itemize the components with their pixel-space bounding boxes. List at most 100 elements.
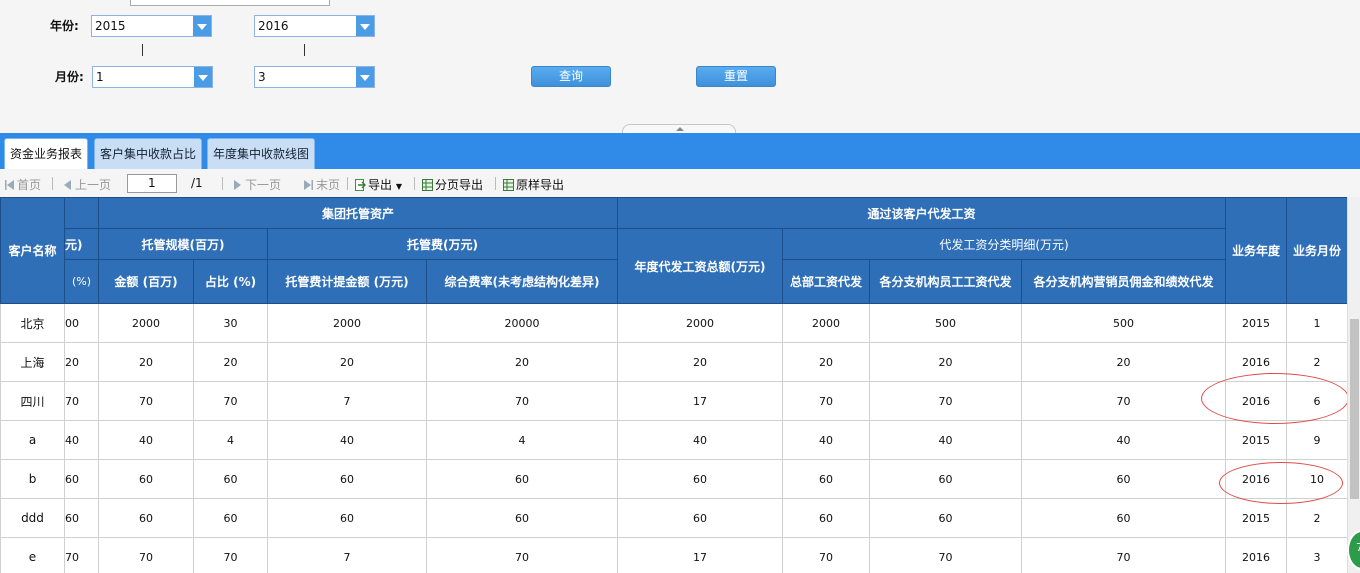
cell-rate: 70: [425, 537, 619, 573]
export-button[interactable]: 导出 ▼: [355, 176, 402, 193]
vertical-scrollbar[interactable]: [1347, 197, 1360, 573]
last-page-label: 末页: [316, 178, 341, 192]
cell-name: 四川: [0, 381, 65, 421]
table-row[interactable]: 四川 70 70 70 7 70 17 70 70 70 2016 6: [0, 381, 1347, 421]
page-export-button[interactable]: 分页导出: [422, 176, 483, 193]
cell-name: 上海: [0, 342, 65, 382]
month-to-select[interactable]: 3: [254, 66, 375, 88]
year-from-select[interactable]: 2015: [91, 15, 212, 37]
cell-amount: 60: [98, 459, 194, 499]
chevron-down-icon[interactable]: [356, 67, 374, 87]
last-page-icon: [304, 180, 313, 190]
cell-sales: 70: [1021, 537, 1227, 573]
original-export-button[interactable]: 原样导出: [503, 176, 564, 193]
cell-rate: 60: [425, 498, 619, 538]
header-custody-fee: 托管费(万元): [266, 228, 619, 260]
cell-ratio: 70: [193, 381, 268, 421]
cell-c0: 60: [64, 459, 99, 499]
cell-rate: 4: [425, 420, 619, 460]
cell-staff: 60: [869, 459, 1023, 499]
cell-c0: 00: [64, 303, 99, 343]
cell-ratio: 30: [193, 303, 268, 343]
header-ratio: 占比 (%): [193, 259, 268, 304]
export-label: 导出: [368, 178, 393, 192]
cell-ratio: 70: [193, 537, 268, 573]
cell-hq: 70: [782, 381, 871, 421]
cell-fee: 60: [267, 498, 427, 538]
reset-button[interactable]: 重置: [696, 66, 776, 87]
cell-amount: 2000: [98, 303, 194, 343]
cell-total: 40: [617, 420, 784, 460]
spreadsheet-icon: [503, 179, 514, 191]
table-row[interactable]: e 70 70 70 7 70 17 70 70 70 2016 3: [0, 537, 1347, 573]
cut-off-input[interactable]: [130, 0, 330, 6]
next-page-button[interactable]: 下一页: [232, 176, 281, 193]
cell-fee: 7: [267, 381, 427, 421]
cell-amount: 40: [98, 420, 194, 460]
table-row[interactable]: a 40 40 4 40 4 40 40 40 40 2015 9: [0, 420, 1347, 460]
table-row[interactable]: 北京 00 2000 30 2000 20000 2000 2000 500 500 2015 1: [0, 303, 1347, 343]
prev-page-label: 上一页: [75, 178, 112, 192]
cell-ratio: 60: [193, 498, 268, 538]
header-annual-payroll-total: 年度代发工资总额(万元): [617, 228, 784, 304]
cell-name: ddd: [0, 498, 65, 538]
tab-customer-collection-ratio[interactable]: 客户集中收款占比: [94, 138, 203, 169]
header-cut-column-top: [64, 197, 99, 229]
cell-fee: 2000: [267, 303, 427, 343]
month-to-value: 3: [258, 70, 266, 84]
cell-total: 2000: [617, 303, 784, 343]
header-hq-payroll: 总部工资代发: [782, 259, 871, 304]
page-export-label: 分页导出: [435, 178, 484, 192]
header-business-year: 业务年度: [1225, 197, 1288, 304]
cell-fee: 40: [267, 420, 427, 460]
spreadsheet-icon: [422, 179, 433, 191]
table-row[interactable]: 上海 20 20 20 20 20 20 20 20 20 2016 2: [0, 342, 1347, 382]
cell-total: 60: [617, 459, 784, 499]
year-to-select[interactable]: 2016: [254, 15, 375, 37]
cell-total: 17: [617, 537, 784, 573]
tab-fund-business-report[interactable]: 资金业务报表: [4, 138, 89, 169]
prev-page-button[interactable]: 上一页: [62, 176, 111, 193]
table-row[interactable]: ddd 60 60 60 60 60 60 60 60 60 2015 2: [0, 498, 1347, 538]
cell-amount: 70: [98, 537, 194, 573]
cell-rate: 20000: [425, 303, 619, 343]
cell-hq: 60: [782, 498, 871, 538]
last-page-button[interactable]: 末页: [303, 176, 340, 193]
cell-month: 1: [1286, 303, 1347, 343]
cell-c0: 40: [64, 420, 99, 460]
cell-sales: 60: [1021, 459, 1227, 499]
header-customer-name: 客户名称: [0, 197, 65, 304]
month-from-select[interactable]: 1: [92, 66, 213, 88]
cell-rate: 70: [425, 381, 619, 421]
cell-ratio: 20: [193, 342, 268, 382]
cell-amount: 70: [98, 381, 194, 421]
cell-month: 3: [1286, 537, 1347, 573]
year-from-value: 2015: [95, 19, 126, 33]
cell-c0: 20: [64, 342, 99, 382]
report-tabbar: 资金业务报表 客户集中收款占比 年度集中收款线图: [0, 133, 1360, 169]
range-divider: [304, 44, 305, 56]
scrollbar-thumb[interactable]: [1350, 319, 1359, 499]
cell-name: a: [0, 420, 65, 460]
cell-month: 9: [1286, 420, 1347, 460]
cell-sales: 500: [1021, 303, 1227, 343]
chevron-down-icon[interactable]: [193, 16, 211, 36]
header-payroll-detail: 代发工资分类明细(万元): [782, 228, 1227, 260]
first-page-button[interactable]: 首页: [4, 176, 41, 193]
tab-annual-collection-line-chart[interactable]: 年度集中收款线图: [207, 138, 316, 169]
header-branch-sales-commission: 各分支机构营销员佣金和绩效代发: [1021, 259, 1227, 304]
chevron-down-icon[interactable]: [194, 67, 212, 87]
header-payroll-via-customer: 通过该客户代发工资: [617, 197, 1227, 229]
page-number-input[interactable]: 1: [127, 174, 177, 193]
chevron-down-icon[interactable]: [356, 16, 374, 36]
cell-year: 2015: [1225, 303, 1288, 343]
cell-fee: 60: [267, 459, 427, 499]
cell-staff: 70: [869, 381, 1023, 421]
cell-total: 20: [617, 342, 784, 382]
table-row[interactable]: b 60 60 60 60 60 60 60 60 60 2016 10: [0, 459, 1347, 499]
collapse-filter-toggle[interactable]: [622, 124, 736, 133]
query-button[interactable]: 查询: [531, 66, 611, 87]
month-from-value: 1: [96, 70, 104, 84]
cell-total: 17: [617, 381, 784, 421]
report-table: 客户名称 集团托管资产 通过该客户代发工资 业务年度 业务月份 元) 托管规模(…: [0, 197, 1347, 573]
